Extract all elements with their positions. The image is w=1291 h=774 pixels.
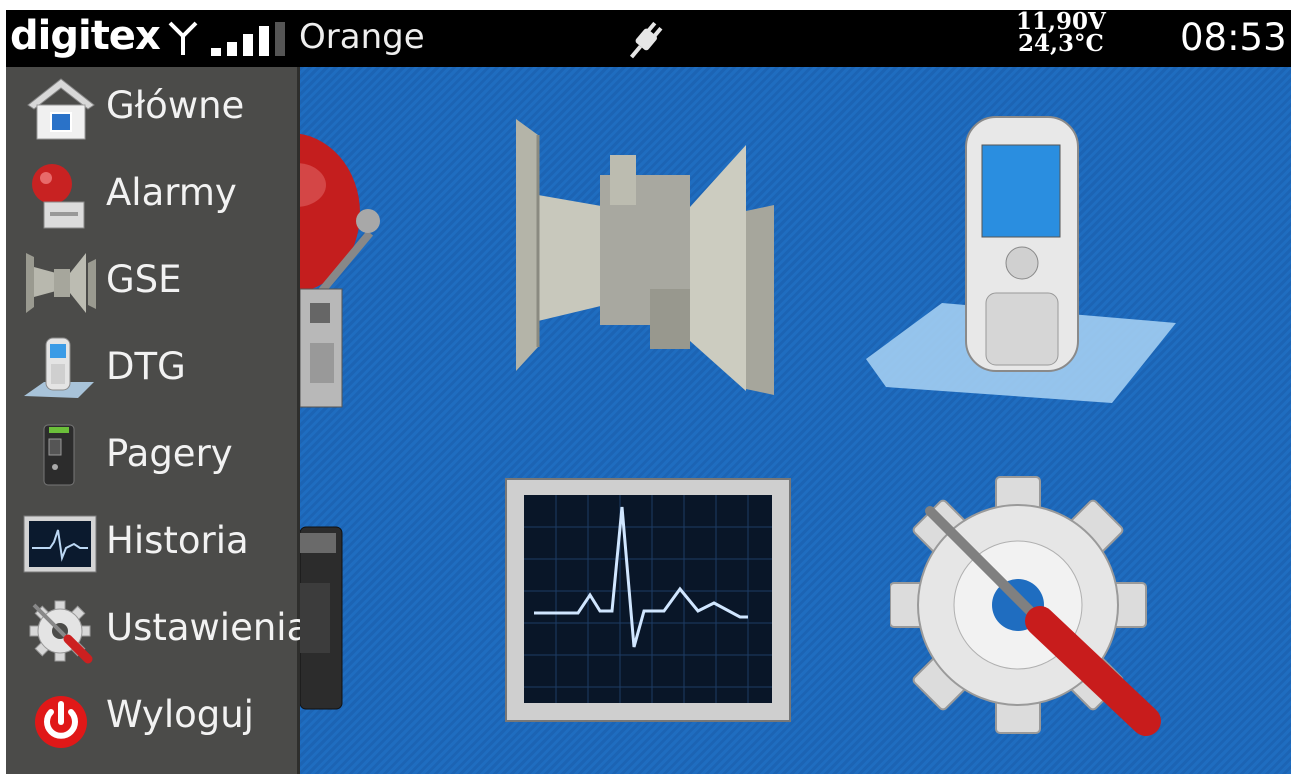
sidebar-item-wyloguj[interactable]: Wyloguj — [14, 676, 299, 756]
sidebar-item-label: Wyloguj — [106, 693, 254, 736]
settings-gear-icon — [29, 600, 93, 664]
sidebar-item-label: Ustawienia — [106, 606, 310, 649]
home-icon — [27, 78, 95, 140]
sidebar-item-label: Główne — [106, 84, 245, 127]
signal-strength-icon — [211, 22, 291, 56]
sidebar-item-pagery[interactable]: Pagery — [14, 415, 299, 495]
sidebar-item-historia[interactable]: Historia — [14, 502, 299, 582]
carrier-name: Orange — [299, 17, 425, 57]
sidebar-item-label: GSE — [106, 258, 182, 301]
sidebar-item-ustawienia[interactable]: Ustawienia — [14, 589, 309, 669]
siren-horn-icon[interactable] — [510, 115, 780, 407]
brand-logo: digitex — [10, 13, 161, 59]
sidebar-item-alarmy[interactable]: Alarmy — [14, 154, 299, 234]
sidebar-item-gse[interactable]: GSE — [14, 241, 299, 321]
ecg-monitor-icon — [23, 515, 97, 573]
mobile-phone-icon[interactable] — [866, 113, 1178, 407]
desktop-area — [300, 67, 1291, 774]
sidebar-item-label: Alarmy — [106, 171, 237, 214]
pager-icon[interactable] — [300, 523, 346, 713]
sidebar-item-glowne[interactable]: Główne — [14, 67, 299, 147]
temperature-value: 24,3°C — [1018, 30, 1104, 57]
sidebar-item-label: Historia — [106, 519, 249, 562]
clock: 08:53 — [1180, 16, 1287, 59]
antenna-icon — [168, 21, 198, 55]
alarm-bell-icon[interactable] — [300, 103, 390, 413]
sidebar-item-label: DTG — [106, 345, 186, 388]
mobile-phone-icon — [24, 337, 94, 398]
status-bar: digitex Orange 11,90V 24,3°C 08:53 — [6, 10, 1291, 67]
settings-gear-icon[interactable] — [890, 471, 1170, 739]
siren-horn-icon — [26, 253, 96, 313]
sensor-readout: 11,90V 24,3°C — [1016, 10, 1106, 57]
alarm-bell-icon — [32, 164, 85, 229]
sidebar-menu: Główne Alarmy GSE DTG Pagery Historia Us… — [6, 67, 309, 774]
power-plug-icon — [629, 21, 663, 59]
ecg-monitor-icon[interactable] — [504, 477, 792, 723]
screen: { "status_bar": { "brand": "digitex", "c… — [0, 0, 1291, 774]
sidebar-item-label: Pagery — [106, 432, 233, 475]
power-button-icon — [35, 696, 87, 748]
sidebar-item-dtg[interactable]: DTG — [14, 328, 299, 408]
pager-icon — [43, 424, 75, 486]
